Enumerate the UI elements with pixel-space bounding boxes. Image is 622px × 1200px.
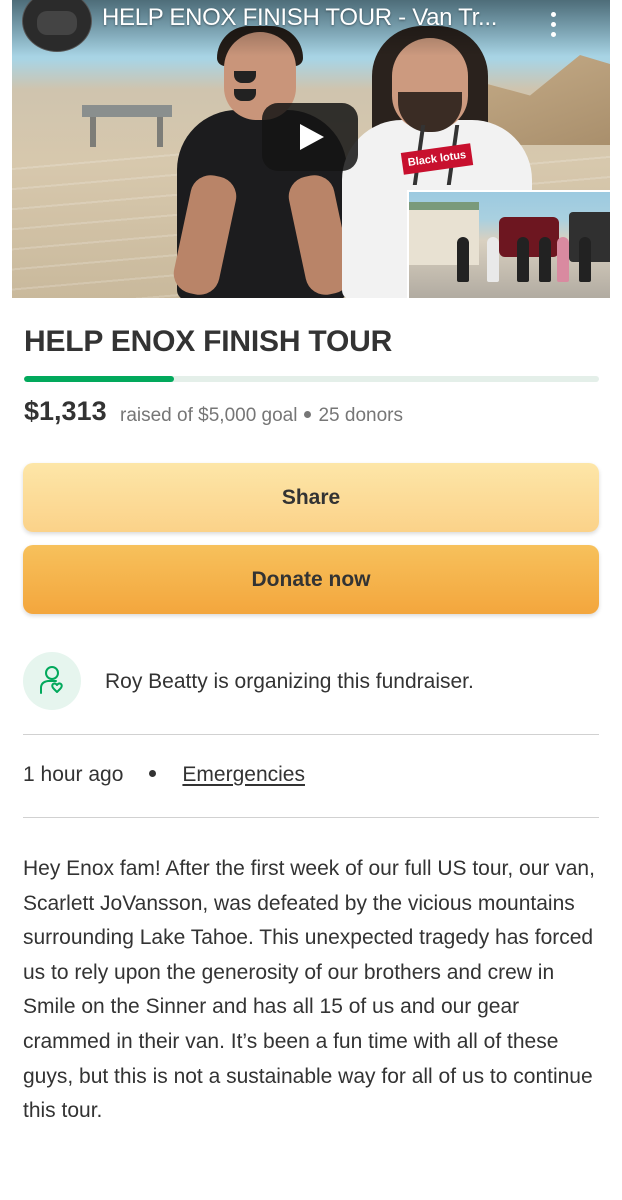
goal-text: raised of $5,000 goal: [120, 405, 298, 426]
video-player[interactable]: Black lotus HELP ENOX FINISH TOUR - Van …: [12, 0, 610, 298]
donate-now-button[interactable]: Donate now: [23, 545, 599, 614]
video-title[interactable]: HELP ENOX FINISH TOUR - Van Tr...: [102, 4, 497, 32]
separator-dot: [149, 769, 157, 777]
share-button[interactable]: Share: [23, 463, 599, 532]
category-link[interactable]: Emergencies: [182, 763, 305, 786]
organizer-heart-icon: [23, 652, 81, 710]
more-options-icon[interactable]: [546, 12, 560, 42]
campaign-title: HELP ENOX FINISH TOUR: [24, 325, 393, 358]
progress-bar-fill: [24, 376, 174, 382]
goal-summary: raised of $5,000 goal 25 donors: [120, 405, 403, 427]
progress-bar: [24, 376, 599, 382]
amount-raised: $1,313: [24, 396, 107, 426]
organizer-text: Roy Beatty is organizing this fundraiser…: [105, 670, 474, 693]
donor-count: 25 donors: [318, 405, 403, 426]
divider: [23, 817, 599, 818]
meta-row: 1 hour ago Emergencies: [23, 763, 305, 787]
video-inset-image: [407, 190, 610, 298]
play-button-icon[interactable]: [262, 103, 358, 171]
organizer-row: Roy Beatty is organizing this fundraiser…: [23, 652, 599, 712]
separator-dot: [304, 410, 312, 418]
created-time: 1 hour ago: [23, 763, 124, 786]
story-text: Hey Enox fam! After the first week of ou…: [23, 857, 595, 1123]
video-scene-shelter: [82, 105, 172, 117]
divider: [23, 734, 599, 735]
